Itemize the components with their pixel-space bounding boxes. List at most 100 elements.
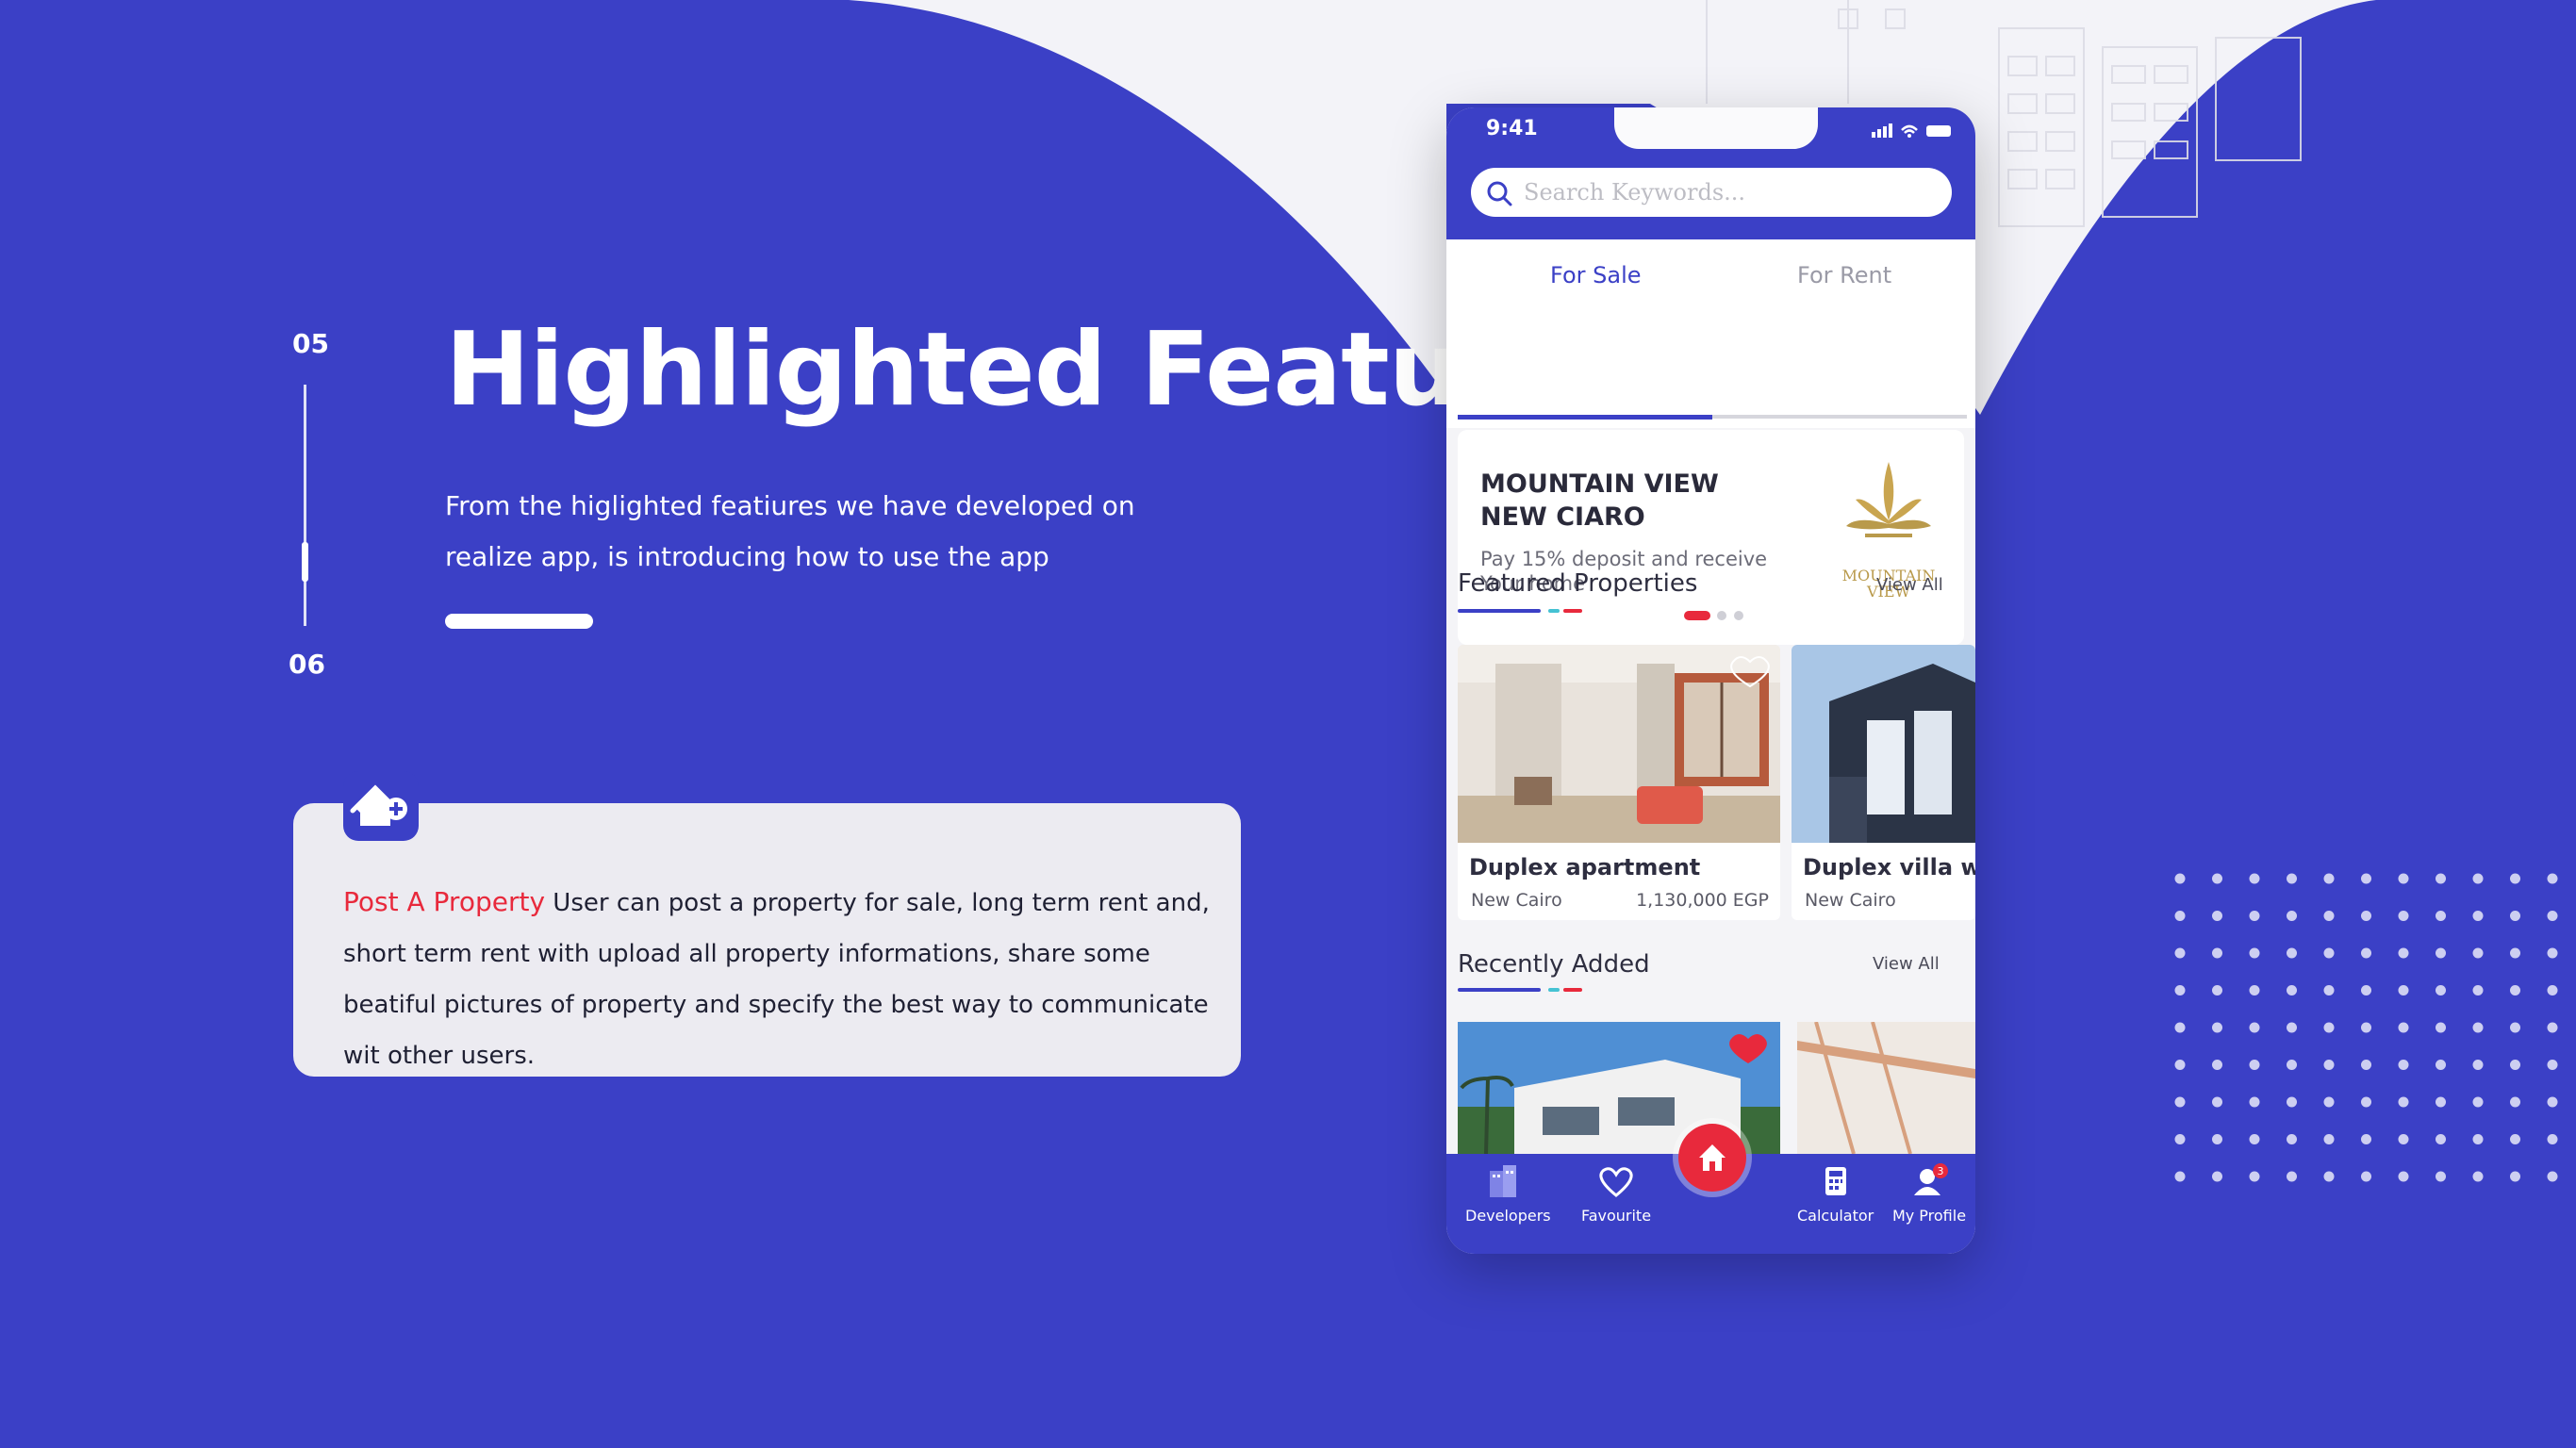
grid-dot	[2212, 1060, 2222, 1070]
grid-dot	[2436, 1022, 2446, 1033]
grid-dot	[2287, 873, 2297, 884]
home-button[interactable]	[1678, 1124, 1746, 1192]
tab-for-sale[interactable]: For Sale	[1550, 262, 1642, 288]
slide-number-next[interactable]: 06	[289, 649, 325, 680]
property-card[interactable]: Duplex apartment New Cairo 1,130,000 EGP	[1458, 645, 1780, 920]
grid-dot	[2361, 985, 2371, 996]
pager-track	[304, 385, 306, 626]
grid-dot	[2361, 1060, 2371, 1070]
search-input[interactable]	[1524, 168, 1929, 217]
app-header: 9:41	[1446, 107, 1975, 239]
dot-grid-decoration	[2174, 873, 2558, 1182]
grid-dot	[2212, 911, 2222, 921]
grid-dot	[2287, 911, 2297, 921]
grid-dot	[2510, 873, 2520, 884]
grid-dot	[2436, 1096, 2446, 1108]
grid-dot	[2249, 873, 2260, 884]
grid-dot	[2436, 947, 2446, 959]
heart-icon	[1599, 1167, 1633, 1197]
nav-developers[interactable]: Developers	[1465, 1163, 1551, 1225]
user-icon: 3	[1914, 1163, 1948, 1195]
recent-property-image[interactable]	[1797, 1022, 1975, 1154]
calculator-icon	[1825, 1167, 1846, 1195]
grid-dot	[2323, 1096, 2335, 1108]
grid-dot	[2174, 1171, 2186, 1182]
title-accent-bar	[445, 614, 593, 629]
grid-dot	[2323, 1022, 2335, 1033]
grid-dot	[2249, 1022, 2260, 1033]
search-bar[interactable]	[1471, 168, 1952, 217]
grid-dot	[2436, 985, 2446, 996]
grid-dot	[2472, 1022, 2484, 1033]
grid-dot	[2174, 911, 2186, 921]
nav-label-my-profile: My Profile	[1891, 1207, 1967, 1225]
grid-dot	[2472, 1171, 2484, 1182]
search-icon	[1486, 180, 1512, 211]
featured-view-all-link[interactable]: View All	[1876, 575, 1943, 595]
grid-dot	[2547, 1060, 2558, 1070]
grid-dot	[2398, 985, 2409, 996]
property-card[interactable]: Duplex villa wi New Cairo	[1792, 645, 1975, 920]
recent-underline	[1458, 988, 1541, 992]
tab-for-rent[interactable]: For Rent	[1797, 262, 1891, 288]
featured-title: Featured Properties	[1458, 569, 1698, 598]
grid-dot	[2547, 985, 2558, 996]
status-icons	[1872, 121, 1957, 144]
grid-dot	[2323, 1171, 2335, 1182]
property-price: 1,130,000 EGP	[1636, 890, 1769, 911]
grid-dot	[2547, 1022, 2558, 1033]
grid-dot	[2249, 947, 2260, 959]
grid-dot	[2398, 947, 2409, 959]
grid-dot	[2361, 1171, 2371, 1182]
nav-favourite[interactable]: Favourite	[1578, 1163, 1654, 1225]
grid-dot	[2361, 1134, 2371, 1144]
grid-dot	[2398, 1134, 2409, 1144]
phone-mockup: 9:41 For Sale For Rent MOUNTAIN VIEW NEW…	[1446, 107, 1975, 1254]
grid-dot	[2212, 1134, 2222, 1144]
grid-dot	[2510, 911, 2520, 921]
grid-dot	[2436, 1134, 2446, 1144]
grid-dot	[2212, 1096, 2222, 1108]
house-plus-icon	[343, 771, 419, 841]
phone-notch	[1614, 107, 1818, 149]
grid-dot	[2212, 1171, 2222, 1182]
recent-view-all-link[interactable]: View All	[1873, 954, 1940, 974]
grid-dot	[2436, 1060, 2446, 1070]
featured-underline	[1458, 609, 1541, 613]
grid-dot	[2249, 1134, 2260, 1144]
grid-dot	[2174, 1060, 2186, 1070]
carousel-dots[interactable]	[1684, 609, 1750, 622]
grid-dot	[2547, 1096, 2558, 1108]
grid-dot	[2287, 1096, 2297, 1108]
grid-dot	[2361, 873, 2371, 884]
recent-underline-red	[1563, 988, 1582, 992]
grid-dot	[2472, 911, 2484, 921]
grid-dot	[2510, 1022, 2520, 1033]
grid-dot	[2361, 911, 2371, 921]
grid-dot	[2249, 1060, 2260, 1070]
grid-dot	[2510, 1060, 2520, 1070]
recent-title: Recently Added	[1458, 950, 1650, 979]
grid-dot	[2287, 1134, 2297, 1144]
grid-dot	[2323, 873, 2335, 884]
grid-dot	[2398, 911, 2409, 921]
page-title: Highlighted Feature	[445, 311, 1578, 429]
nav-label-calculator: Calculator	[1797, 1207, 1874, 1225]
nav-calculator[interactable]: Calculator	[1797, 1163, 1874, 1225]
grid-dot	[2547, 947, 2558, 959]
feature-heading: Post A Property	[343, 886, 546, 917]
featured-underline-cyan	[1548, 609, 1560, 613]
grid-dot	[2472, 1060, 2484, 1070]
background-decoration	[849, 0, 2376, 415]
building-icon	[1490, 1165, 1516, 1197]
grid-dot	[2174, 1022, 2186, 1033]
grid-dot	[2287, 1060, 2297, 1070]
grid-dot	[2323, 1060, 2335, 1070]
grid-dot	[2361, 1096, 2371, 1108]
nav-my-profile[interactable]: 3 My Profile	[1886, 1163, 1973, 1225]
grid-dot	[2436, 1171, 2446, 1182]
grid-dot	[2436, 911, 2446, 921]
grid-dot	[2398, 873, 2409, 884]
grid-dot	[2398, 1060, 2409, 1070]
grid-dot	[2510, 947, 2520, 959]
